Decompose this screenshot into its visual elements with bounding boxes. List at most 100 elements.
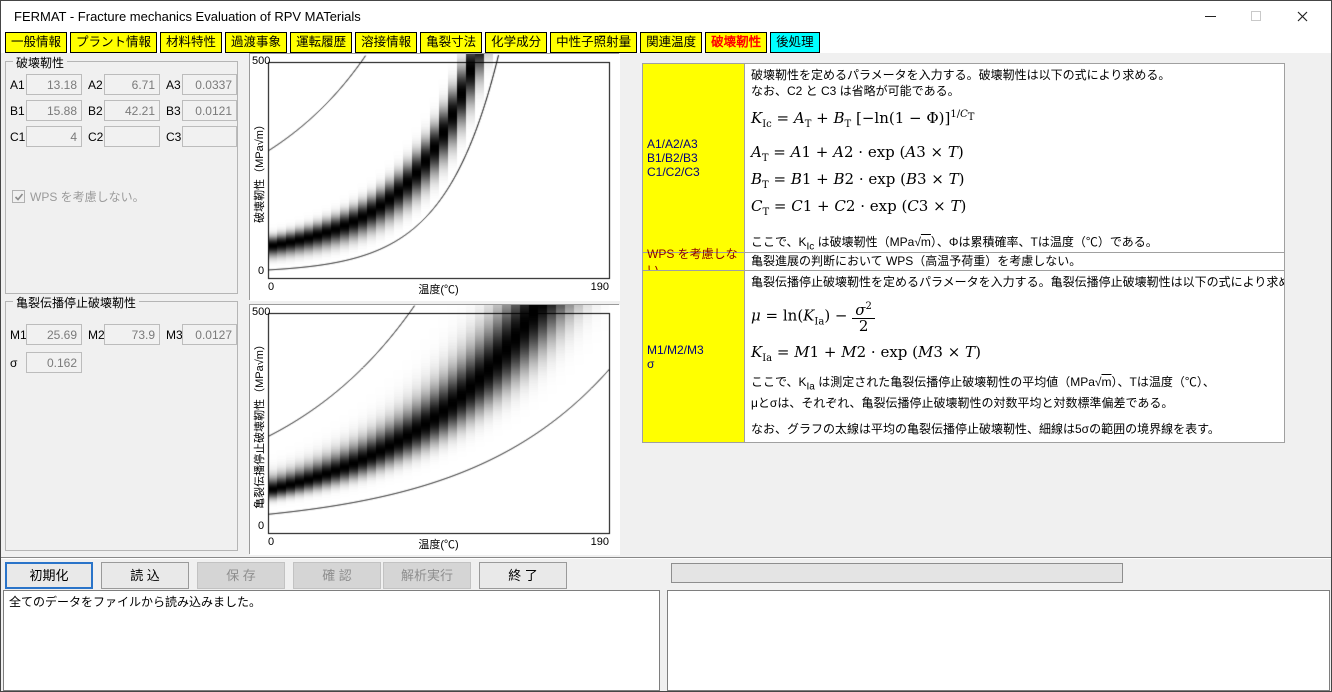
a3-label: A3 [166,78,181,92]
tab-bar: 一般情報プラント情報材料特性過渡事象運転履歴溶接情報亀裂寸法化学成分中性子照射量… [1,31,1331,53]
x-axis-labels: 0 温度(℃) 190 [268,281,609,295]
close-icon [1297,11,1308,22]
kia-description-body: 亀裂伝播停止破壊靭性を定めるパラメータを入力する。亀裂伝播停止破壊靭性は以下の式… [744,270,1285,443]
tab-plant-info[interactable]: プラント情報 [70,32,157,53]
minimize-button[interactable] [1187,1,1233,31]
status-message-area[interactable]: 全てのデータをファイルから読み込みました。 [3,590,660,691]
bottom-separator [1,557,1331,559]
fracture-toughness-group: 破壊靭性 A1 A2 A3 B1 B2 B3 C1 C2 C3 WPS を考慮し… [5,61,238,294]
tab-operation-history[interactable]: 運転履歴 [290,32,352,53]
description-text: 亀裂進展の判断において WPS（高温予荷重）を考慮しない。 [751,253,1278,269]
kic-parameters-tag: A1/A2/A3 B1/B2/B3 C1/C2/C3 [642,63,745,253]
wps-description-row: WPS を考慮しない。 亀裂進展の判断において WPS（高温予荷重）を考慮しない… [642,252,1285,271]
a1-input[interactable] [26,74,82,95]
wps-checkbox-label: WPS を考慮しない。 [30,188,145,205]
app-window: FERMAT - Fracture mechanics Evaluation o… [0,0,1332,692]
group-title: 破壊靭性 [13,54,67,71]
save-button: 保 存 [197,562,285,589]
kia-equation: KIa = M1 + M2 · exp (M3 × T) [751,343,1278,364]
kia-parameters-tag: M1/M2/M3 σ [642,270,745,443]
close-button[interactable] [1279,1,1325,31]
kic-description-body: 破壊靭性を定めるパラメータを入力する。破壊靭性は以下の式により求める。 なお、C… [744,63,1285,253]
exit-button[interactable]: 終 了 [479,562,567,589]
check-icon [14,192,24,202]
tab-transient-events[interactable]: 過渡事象 [225,32,287,53]
b3-input[interactable] [182,100,237,121]
title-bar: FERMAT - Fracture mechanics Evaluation o… [1,1,1331,31]
c2-label: C2 [88,130,103,144]
tag-line: C1/C2/C3 [647,165,744,179]
b1-label: B1 [10,104,25,118]
initialize-button[interactable]: 初期化 [5,562,93,589]
output-message-area[interactable] [667,590,1330,691]
load-button[interactable]: 読 込 [101,562,189,589]
y-axis-max-label: 500 [252,55,270,67]
b3-label: B3 [166,104,181,118]
a2-label: A2 [88,78,103,92]
m2-input[interactable] [104,324,160,345]
tab-fracture-toughness[interactable]: 破壊靭性 [705,32,767,53]
description-note: ここで、KIc は破壊靭性（MPa√m）、Φは累積確率、Tは温度（℃）である。 [751,234,1278,253]
b1-input[interactable] [26,100,82,121]
x-axis-labels: 0 温度(℃) 190 [268,536,609,550]
wps-tag: WPS を考慮しない。 [642,252,745,271]
window-controls [1187,1,1325,31]
kia-chart-panel: 500 0 亀裂伝播停止破壊靭性（MPa√m） 0 温度(℃) 190 [249,304,619,554]
tab-post-processing[interactable]: 後処理 [770,32,820,53]
m3-label: M3 [166,328,183,342]
tag-line: M1/M2/M3 [647,343,744,357]
tab-reference-temperature[interactable]: 関連温度 [640,32,702,53]
wps-description-body: 亀裂進展の判断において WPS（高温予荷重）を考慮しない。 [744,252,1285,271]
x-axis-title: 温度(℃) [268,281,609,297]
minimize-icon [1205,16,1216,17]
tag-line: σ [647,357,744,371]
c3-input[interactable] [182,126,237,147]
description-text: 亀裂伝播停止破壊靭性を定めるパラメータを入力する。亀裂伝播停止破壊靭性は以下の式… [751,274,1278,290]
window-title: FERMAT - Fracture mechanics Evaluation o… [14,9,361,24]
description-note: なお、グラフの太線は平均の亀裂伝播停止破壊靭性、細線は5σの範囲の境界線を表す。 [751,421,1278,437]
m1-input[interactable] [26,324,82,345]
x-axis-min-label: 0 [268,536,274,548]
a3-input[interactable] [182,74,237,95]
description-note: ここで、KIa は測定された亀裂伝播停止破壊靭性の平均値（MPa√m）、Tは温度… [751,374,1278,395]
tab-general-info[interactable]: 一般情報 [5,32,67,53]
c3-label: C3 [166,130,181,144]
kic-chart-panel: 500 0 破壊靭性（MPa√m） 0 温度(℃) 190 [249,53,619,300]
m2-label: M2 [88,328,105,342]
m1-label: M1 [10,328,27,342]
x-axis-title: 温度(℃) [268,536,609,552]
y-axis-min-label: 0 [258,265,264,277]
mu-equation: μ = ln(KIa) − σ22 [751,299,1278,334]
crack-arrest-toughness-group: 亀裂伝播停止破壊靭性 M1 M2 M3 σ [5,301,238,551]
tab-weld-info[interactable]: 溶接情報 [355,32,417,53]
tab-crack-size[interactable]: 亀裂寸法 [420,32,482,53]
x-axis-max-label: 190 [591,281,609,293]
description-panel: A1/A2/A3 B1/B2/B3 C1/C2/C3 破壊靭性を定めるパラメータ… [642,63,1285,443]
kia-chart-canvas [250,305,620,555]
status-message: 全てのデータをファイルから読み込みました。 [9,595,261,609]
tab-chemical-composition[interactable]: 化学成分 [485,32,547,53]
tab-neutron-fluence[interactable]: 中性子照射量 [550,32,637,53]
y-axis-title: 亀裂伝播停止破壊靭性（MPa√m） [251,314,267,534]
sigma-input[interactable] [26,352,82,373]
wps-checkbox-row: WPS を考慮しない。 [12,188,145,205]
c1-input[interactable] [26,126,82,147]
at-equation: AT = A1 + A2 · exp (A3 × T) [751,142,1278,169]
a2-input[interactable] [104,74,160,95]
description-text: 破壊靭性を定めるパラメータを入力する。破壊靭性は以下の式により求める。 [751,67,1278,83]
progress-bar [671,563,1123,583]
m3-input[interactable] [182,324,237,345]
kia-description-row: M1/M2/M3 σ 亀裂伝播停止破壊靭性を定めるパラメータを入力する。亀裂伝播… [642,270,1285,443]
description-text: なお、C2 と C3 は省略が可能である。 [751,83,1278,99]
b2-label: B2 [88,104,103,118]
tab-material-properties[interactable]: 材料特性 [160,32,222,53]
b2-input[interactable] [104,100,160,121]
description-note: μとσは、それぞれ、亀裂伝播停止破壊靭性の対数平均と対数標準偏差である。 [751,395,1278,411]
bt-equation: BT = B1 + B2 · exp (B3 × T) [751,169,1278,196]
wps-checkbox [12,190,25,203]
c2-input[interactable] [104,126,160,147]
kic-chart-canvas [250,54,620,301]
confirm-button: 確 認 [293,562,381,589]
maximize-icon [1251,11,1261,21]
x-axis-max-label: 190 [591,536,609,548]
